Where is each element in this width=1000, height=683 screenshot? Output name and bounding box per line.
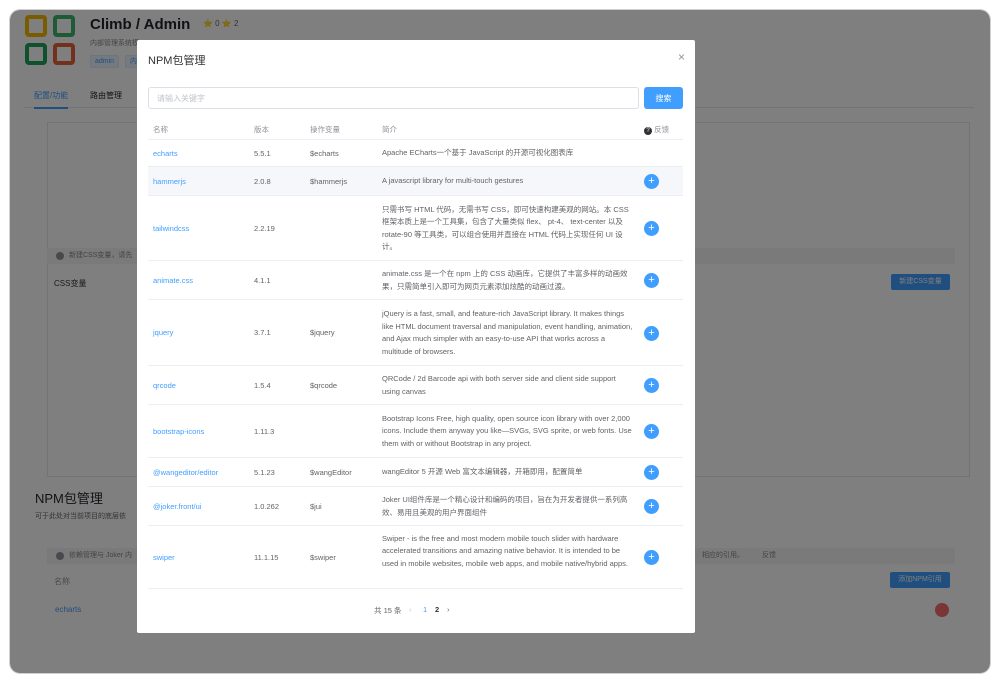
package-name-link[interactable]: @wangeditor/editor (153, 468, 218, 477)
table-row: tailwindcss 2.2.19 只需书写 HTML 代码，无需书写 CSS，即… (148, 196, 683, 261)
pager-page-2[interactable]: 2 (435, 605, 439, 614)
package-var: $swiper (310, 552, 336, 562)
search-button[interactable]: 搜索 (644, 87, 683, 109)
package-description: QRCode / 2d Barcode api with both server… (382, 374, 616, 396)
col-version: 版本 (254, 125, 269, 134)
question-icon: ? (644, 127, 652, 135)
plus-icon[interactable]: + (644, 174, 659, 189)
package-version: 5.5.1 (254, 148, 271, 158)
plus-icon[interactable]: + (644, 273, 659, 288)
chevron-right-icon[interactable]: › (447, 605, 450, 614)
pagination: 共 15 条 ‹ 1 2 › (137, 605, 695, 619)
package-name-link[interactable]: echarts (153, 149, 178, 158)
package-description: jQuery is a fast, small, and feature-ric… (382, 309, 633, 356)
package-description: Apache ECharts一个基于 JavaScript 的开源可视化图表库 (382, 148, 574, 158)
package-description: animate.css 是一个在 npm 上的 CSS 动画库，它提供了丰富多样… (382, 269, 628, 291)
plus-icon[interactable]: + (644, 378, 659, 393)
package-var: $jquery (310, 328, 335, 337)
package-version: 1.11.3 (254, 426, 275, 436)
pager-total: 共 15 条 (374, 606, 402, 615)
package-version: 1.0.262 (254, 501, 280, 511)
close-icon[interactable]: × (678, 50, 685, 64)
chevron-left-icon[interactable]: ‹ (409, 605, 412, 614)
package-description: 只需书写 HTML 代码，无需书写 CSS，即可快速构建美观的网站。本 CSS … (382, 204, 629, 252)
package-version: 3.7.1 (254, 328, 271, 337)
table-row: qrcode 1.5.4 $qrcode QRCode / 2d Barcode ap… (148, 366, 683, 405)
table-row: animate.css 4.1.1 animate.css 是一个在 npm 上的 … (148, 261, 683, 300)
col-desc: 简介 (382, 125, 397, 134)
package-version: 5.1.23 (254, 467, 275, 477)
feedback-label: 反馈 (654, 125, 670, 134)
package-name-link[interactable]: animate.css (153, 276, 193, 285)
package-version: 11.1.15 (254, 552, 279, 562)
app-window: Climb / Admin ⭐ 0 ⭐ 2 内部管理系统模 admin 内 配置… (10, 10, 990, 673)
package-version: 2.2.19 (254, 223, 275, 233)
package-var: $qrcode (310, 380, 338, 390)
package-description: Swiper - is the free and most modern mob… (382, 533, 628, 568)
table-row: hammerjs 2.0.8 $hammerjs A javascript libra… (148, 167, 683, 196)
package-version: 2.0.8 (254, 176, 271, 186)
package-var: $hammerjs (310, 176, 348, 186)
package-description: Bootstrap Icons Free, high quality, open… (382, 413, 632, 448)
package-name-link[interactable]: bootstrap-icons (153, 427, 204, 436)
plus-icon[interactable]: + (644, 499, 659, 514)
package-description: Joker UI组件库是一个精心设计和编码的项目，旨在为开发者提供一系列高效、易… (382, 495, 628, 517)
npm-modal: NPM包管理 × 搜索 名称 版本 操作变量 简介 ? 反馈 echarts 5.… (137, 40, 695, 633)
plus-icon[interactable]: + (644, 550, 659, 565)
package-version: 4.1.1 (254, 275, 271, 285)
package-var: $jui (310, 501, 322, 511)
search-input[interactable] (148, 87, 639, 109)
col-feedback: ? 反馈 (644, 124, 669, 135)
table-row: swiper 11.1.15 $swiper Swiper - is the free… (148, 526, 683, 589)
table-header: 名称 版本 操作变量 简介 ? 反馈 (148, 117, 683, 140)
table-row: jquery 3.7.1 $jquery jQuery is a fast, smal… (148, 300, 683, 366)
package-var: $wangEditor (310, 467, 352, 477)
package-name-link[interactable]: tailwindcss (153, 224, 189, 233)
plus-icon[interactable]: + (644, 465, 659, 480)
package-description: A javascript library for multi-touch ges… (382, 176, 524, 186)
plus-icon[interactable]: + (644, 424, 659, 439)
table-row: bootstrap-icons 1.11.3 Bootstrap Icons Fre… (148, 405, 683, 458)
package-description: wangEditor 5 开源 Web 富文本编辑器，开箱即用，配置简单 (382, 467, 583, 477)
npm-table: 名称 版本 操作变量 简介 ? 反馈 echarts 5.5.1 $echarts A… (148, 117, 683, 589)
plus-icon[interactable]: + (644, 325, 659, 341)
table-row: echarts 5.5.1 $echarts Apache ECharts一个基于 J… (148, 140, 683, 167)
package-version: 1.5.4 (254, 380, 271, 390)
modal-title: NPM包管理 (148, 55, 206, 67)
package-name-link[interactable]: jquery (153, 328, 173, 337)
pager-page-1[interactable]: 1 (423, 605, 427, 614)
table-row: @wangeditor/editor 5.1.23 $wangEditor wangE… (148, 458, 683, 487)
package-var: $echarts (310, 148, 339, 158)
col-name: 名称 (153, 125, 168, 134)
col-var: 操作变量 (310, 125, 340, 134)
plus-icon[interactable]: + (644, 221, 659, 236)
table-row: @joker.front/ui 1.0.262 $jui Joker UI组件库是一个… (148, 487, 683, 526)
package-name-link[interactable]: hammerjs (153, 177, 186, 186)
package-name-link[interactable]: swiper (153, 553, 175, 562)
package-name-link[interactable]: qrcode (153, 381, 176, 390)
package-name-link[interactable]: @joker.front/ui (153, 502, 201, 511)
